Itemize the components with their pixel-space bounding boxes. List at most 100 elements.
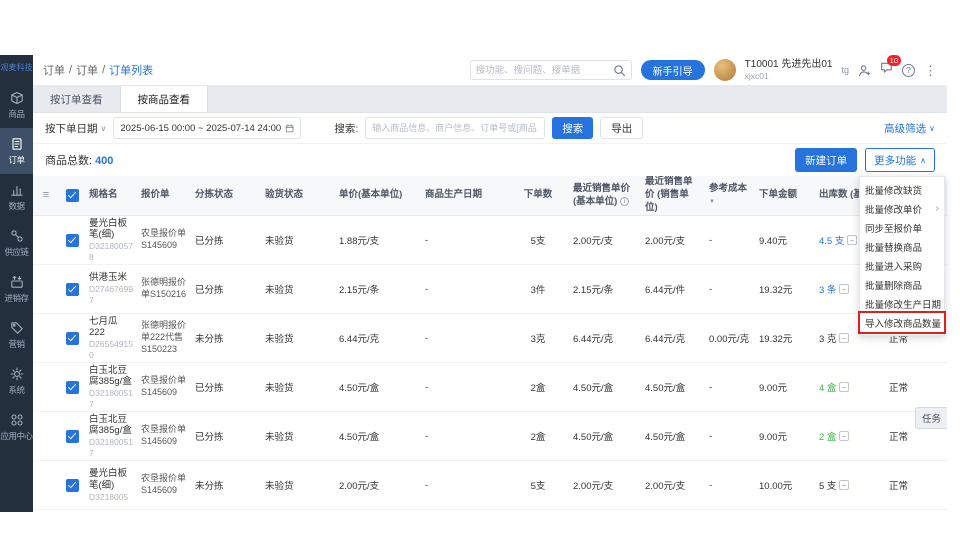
export-button[interactable]: 导出 xyxy=(600,117,643,139)
more-options-icon[interactable]: ⋮ xyxy=(924,64,937,77)
quote-name: 农垦报价单S145609 xyxy=(141,375,187,398)
spec-cell[interactable]: 七月瓜222 D265549150 xyxy=(85,316,137,361)
table-row: 白玉北豆腐385g/盒 D321800517 农垦报价单S145609 已分拣 … xyxy=(33,412,947,461)
top-bar: 订单 / 订单 / 订单列表 新手引导 T10001 先进先出01 xjxc01… xyxy=(33,55,947,86)
date-range-value: 2025-06-15 00:00 ~ 2025-07-14 24:00 xyxy=(120,123,281,134)
menu-item-batch-to-purchase[interactable]: 批量进入采购 xyxy=(860,256,944,275)
sidebar-item-supply-chain[interactable]: 供应链 xyxy=(0,220,33,266)
advanced-filter-link[interactable]: 高级筛选 ∨ xyxy=(884,121,935,136)
user-info[interactable]: T10001 先进先出01 xjxc01 xyxy=(745,59,833,81)
breadcrumb-current[interactable]: 订单列表 xyxy=(109,62,153,78)
menu-item-batch-replace-product[interactable]: 批量替换商品 xyxy=(860,237,944,256)
global-search-box xyxy=(470,60,632,80)
spec-cell[interactable]: 白玉北豆腐385g/盒 D321800517 xyxy=(85,414,137,459)
header-quote[interactable]: 报价单 xyxy=(137,189,191,202)
menu-item-batch-modify-shortage[interactable]: 批量修改缺货 xyxy=(860,180,944,199)
breadcrumb-item[interactable]: 订单 xyxy=(76,62,98,78)
new-order-button[interactable]: 新建订单 xyxy=(795,148,857,172)
brand-logo: 观麦科技 xyxy=(1,55,33,82)
info-icon[interactable]: i xyxy=(620,197,629,206)
header-ref-cost[interactable]: 参考成本 ▼ xyxy=(705,183,755,209)
edit-qty-icon[interactable] xyxy=(839,480,849,490)
out-qty-value[interactable]: 4.5 支 xyxy=(819,236,844,247)
spec-id: D265549150 xyxy=(89,339,133,360)
filter-funnel-icon[interactable]: ▼ xyxy=(709,199,715,205)
tg-icon[interactable]: tg xyxy=(841,65,849,75)
row-checkbox[interactable] xyxy=(66,283,79,296)
search-button[interactable]: 搜索 xyxy=(552,117,593,139)
sidebar-item-orders[interactable]: 订单 xyxy=(0,128,33,174)
check-status-cell: 未验货 xyxy=(261,429,335,443)
edit-qty-icon[interactable] xyxy=(839,382,849,392)
edit-qty-icon[interactable] xyxy=(839,431,849,441)
row-checkbox[interactable] xyxy=(66,332,79,345)
sort-status-cell: 已分拣 xyxy=(191,233,261,247)
guide-button[interactable]: 新手引导 xyxy=(641,60,705,80)
order-amount-cell: 9.00元 xyxy=(755,429,815,443)
spec-cell[interactable]: 白玉北豆腐385g/盒 D321800517 xyxy=(85,365,137,410)
sidebar-item-goods[interactable]: 商品 xyxy=(0,82,33,128)
tab-product-view[interactable]: 按商品查看 xyxy=(121,86,209,112)
menu-item-batch-modify-price[interactable]: 批量修改单价 › xyxy=(860,199,944,218)
select-all-checkbox[interactable] xyxy=(66,189,79,202)
breadcrumb-separator: / xyxy=(69,64,72,76)
header-order-amount[interactable]: 下单金额 xyxy=(755,189,815,202)
spec-cell[interactable]: 供港玉米 D274676997 xyxy=(85,272,137,305)
row-checkbox[interactable] xyxy=(66,479,79,492)
chevron-down-icon: ∨ xyxy=(101,124,107,133)
header-check-status[interactable]: 验货状态 xyxy=(261,189,335,202)
sort-status-cell: 未分拣 xyxy=(191,478,261,492)
row-checkbox[interactable] xyxy=(66,381,79,394)
sidebar-item-app-center[interactable]: 应用中心 xyxy=(0,404,33,450)
menu-item-sync-to-quote[interactable]: 同步至报价单 xyxy=(860,218,944,237)
breadcrumb-item[interactable]: 订单 xyxy=(43,62,65,78)
row-select-cell xyxy=(59,283,85,296)
out-qty-value[interactable]: 2 盒 xyxy=(819,432,836,443)
menu-item-batch-modify-prod-date[interactable]: 批量修改生产日期 xyxy=(860,294,944,313)
messages-button[interactable]: 10 xyxy=(880,61,893,79)
sidebar-item-system[interactable]: 系统 xyxy=(0,358,33,404)
menu-item-import-modify-qty[interactable]: 导入修改商品数量 xyxy=(860,313,944,332)
header-sort-status[interactable]: 分拣状态 xyxy=(191,189,261,202)
row-checkbox[interactable] xyxy=(66,430,79,443)
tab-order-view[interactable]: 按订单查看 xyxy=(33,86,121,112)
sidebar-item-inventory[interactable]: 进销存 xyxy=(0,266,33,312)
sort-status-cell: 已分拣 xyxy=(191,282,261,296)
header-recent-sale-price[interactable]: 最近销售单价 (销售单位) xyxy=(641,176,705,214)
spec-cell[interactable]: 曼光白板笔(细) D321800578 xyxy=(85,218,137,263)
row-checkbox[interactable] xyxy=(66,234,79,247)
menu-item-batch-delete-product[interactable]: 批量删除商品 xyxy=(860,275,944,294)
sidebar-item-label: 数据 xyxy=(8,200,24,212)
user-id: xjxc01 xyxy=(745,71,833,81)
date-type-select[interactable]: 按下单日期 ∨ xyxy=(45,121,106,136)
header-recent-base-price[interactable]: 最近销售单价 (基本单位) i xyxy=(569,183,641,209)
edit-qty-icon[interactable] xyxy=(839,333,849,343)
out-qty-value[interactable]: 5 支 xyxy=(819,481,836,492)
help-icon[interactable]: ? xyxy=(902,64,915,77)
header-order-qty[interactable]: 下单数 xyxy=(507,189,569,202)
quote-cell: 张德明报价单S150216 xyxy=(137,277,191,300)
filter-search-input[interactable] xyxy=(372,123,538,133)
task-side-tab[interactable]: 任务 xyxy=(915,407,947,429)
header-prod-date[interactable]: 商品生产日期 xyxy=(421,189,507,202)
out-qty-value[interactable]: 3 克 xyxy=(819,334,836,345)
avatar[interactable] xyxy=(714,59,736,81)
sidebar-item-marketing[interactable]: 营销 xyxy=(0,312,33,358)
out-qty-value[interactable]: 4 盒 xyxy=(819,383,836,394)
invite-user-icon[interactable] xyxy=(858,64,871,77)
search-icon[interactable] xyxy=(613,64,626,77)
header-unit-price[interactable]: 单价(基本单位) xyxy=(335,189,421,202)
header-spec[interactable]: 规格名 xyxy=(85,189,137,202)
sort-status-cell: 未分拣 xyxy=(191,331,261,345)
more-functions-button[interactable]: 更多功能 ∧ xyxy=(865,148,935,172)
date-range-input[interactable]: 2025-06-15 00:00 ~ 2025-07-14 24:00 xyxy=(113,117,301,139)
global-search-input[interactable] xyxy=(476,65,613,76)
edit-qty-icon[interactable] xyxy=(839,284,849,294)
edit-qty-icon[interactable] xyxy=(847,235,857,245)
chevron-up-icon: ∧ xyxy=(920,156,926,165)
out-qty-value[interactable]: 3 条 xyxy=(819,285,836,296)
quote-name: 农垦报价单S145609 xyxy=(141,424,187,447)
spec-cell[interactable]: 曼光白板笔(细) D3218005 xyxy=(85,468,137,502)
sidebar-item-data[interactable]: 数据 xyxy=(0,174,33,220)
column-settings-cell[interactable]: ≡ xyxy=(33,188,59,203)
